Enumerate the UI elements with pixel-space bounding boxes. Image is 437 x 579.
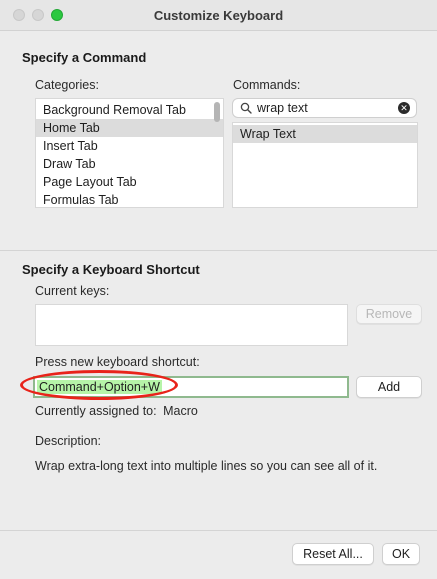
commands-label: Commands: [233, 78, 301, 92]
command-search-input[interactable] [257, 100, 387, 116]
category-item[interactable]: Page Layout Tab [36, 173, 223, 191]
add-button[interactable]: Add [356, 376, 422, 398]
categories-label: Categories: [35, 78, 99, 92]
magnifier-icon [240, 102, 252, 114]
highlight-annotation-oval [20, 370, 178, 400]
description-text: Wrap extra-long text into multiple lines… [35, 459, 378, 473]
category-item[interactable]: Insert Tab [36, 137, 223, 155]
command-section-title: Specify a Command [22, 50, 147, 65]
clear-icon[interactable]: ✕ [398, 102, 410, 114]
category-item-selected[interactable]: Home Tab [36, 119, 223, 137]
ok-button[interactable]: OK [382, 543, 420, 565]
description-label: Description: [35, 434, 101, 448]
category-item[interactable]: Formulas Tab [36, 191, 223, 207]
press-new-shortcut-label: Press new keyboard shortcut: [35, 355, 200, 369]
currently-assigned-label: Currently assigned to: [35, 404, 157, 418]
shortcut-section-title: Specify a Keyboard Shortcut [22, 262, 200, 277]
title-bar: Customize Keyboard [0, 0, 437, 31]
current-keys-list[interactable] [35, 304, 348, 346]
section-divider [0, 250, 437, 251]
command-search-field[interactable]: ✕ [232, 98, 417, 118]
currently-assigned-value: Macro [163, 404, 198, 418]
category-item[interactable]: Draw Tab [36, 155, 223, 173]
footer-divider [0, 530, 437, 531]
reset-all-button[interactable]: Reset All... [292, 543, 374, 565]
current-keys-label: Current keys: [35, 284, 110, 298]
currently-assigned: Currently assigned to: Macro [35, 404, 198, 418]
category-item[interactable]: Background Removal Tab [36, 101, 223, 119]
remove-button[interactable]: Remove [356, 304, 422, 324]
commands-list[interactable]: Wrap Text [232, 122, 418, 208]
window-title: Customize Keyboard [153, 8, 284, 23]
categories-list[interactable]: Background Removal Tab Home Tab Insert T… [35, 98, 224, 208]
command-item-selected[interactable]: Wrap Text [233, 125, 417, 143]
categories-scrollbar[interactable] [214, 102, 220, 122]
